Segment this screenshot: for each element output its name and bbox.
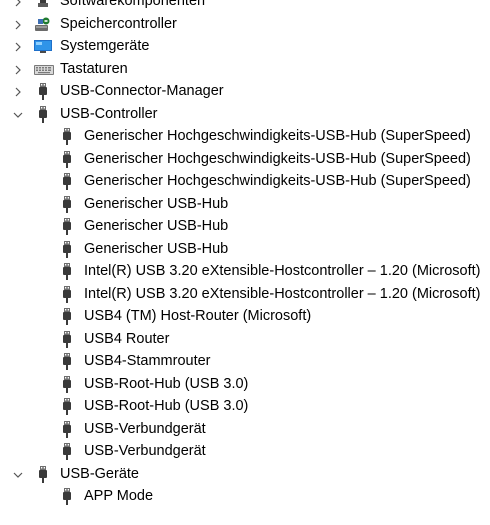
tree-item-label: USB4 Router xyxy=(84,330,170,347)
tree-item-label: USB-Verbundgerät xyxy=(84,443,206,459)
keyboard-icon xyxy=(34,61,54,78)
tree-item-label: Speichercontroller xyxy=(60,15,177,32)
tree-item-label: USB-Controller xyxy=(60,105,158,122)
tree-child-item[interactable]: APP Mode xyxy=(0,485,490,508)
usb-plug-icon xyxy=(58,308,76,325)
usb-controller-children: Generischer Hochgeschwindigkeits-USB-Hub… xyxy=(0,125,490,463)
tree-item-label: USB4-Stammrouter xyxy=(84,353,211,369)
usb-plug-icon xyxy=(58,128,76,145)
usb-plug-icon xyxy=(58,285,76,303)
tree-child-item[interactable]: USB-Root-Hub (USB 3.0) xyxy=(0,373,490,396)
tree-child-item[interactable]: USB-Verbundgerät xyxy=(0,418,490,441)
chevron-right-icon[interactable] xyxy=(12,58,24,81)
tree-item-systemgeraete[interactable]: Systemgeräte xyxy=(0,35,490,58)
usb-plug-icon xyxy=(58,240,76,258)
usb-plug-icon xyxy=(34,83,52,100)
tree-child-item[interactable]: Generischer Hochgeschwindigkeits-USB-Hub… xyxy=(0,170,490,193)
tree-item-label: USB4 (TM) Host-Router (Microsoft) xyxy=(84,308,312,324)
chevron-down-icon[interactable] xyxy=(12,103,24,126)
usb-plug-icon xyxy=(58,443,76,460)
usb-plug-icon xyxy=(58,330,76,348)
tree-child-item[interactable]: Generischer Hochgeschwindigkeits-USB-Hub… xyxy=(0,148,490,171)
usb-plug-icon xyxy=(58,375,76,393)
tree-item-label: USB-Verbundgerät xyxy=(84,420,206,437)
usb-plug-icon xyxy=(58,150,76,168)
usb-plug-icon xyxy=(34,105,52,123)
tree-item-label: Generischer USB-Hub xyxy=(84,240,229,257)
usb-devices-children: APP Mode xyxy=(0,485,490,508)
tree-item-label: Intel(R) USB 3.20 eXtensible-Hostcontrol… xyxy=(84,263,481,279)
tree-child-item[interactable]: USB4 Router xyxy=(0,328,490,351)
tree-item-label: USB-Geräte xyxy=(60,465,139,482)
chevron-right-icon[interactable] xyxy=(12,35,24,58)
tree-item-label: Generischer Hochgeschwindigkeits-USB-Hub… xyxy=(84,173,471,189)
tree-child-item[interactable]: Intel(R) USB 3.20 eXtensible-Hostcontrol… xyxy=(0,260,490,283)
tree-item-speichercontroller[interactable]: Speichercontroller xyxy=(0,13,490,36)
usb-plug-icon xyxy=(58,218,76,235)
usb-plug-icon xyxy=(58,195,76,213)
tree-item-label: Intel(R) USB 3.20 eXtensible-Hostcontrol… xyxy=(84,285,481,302)
tree-child-item[interactable]: USB-Verbundgerät xyxy=(0,440,490,463)
chevron-right-icon[interactable] xyxy=(12,0,24,13)
tree-item-label: Generischer USB-Hub xyxy=(84,195,229,212)
usb-plug-icon xyxy=(58,398,76,415)
tree-item-tastaturen[interactable]: Tastaturen xyxy=(0,58,490,81)
tree-item-label: Generischer Hochgeschwindigkeits-USB-Hub… xyxy=(84,128,471,144)
tree-item-label: Tastaturen xyxy=(60,60,128,77)
usb-plug-icon xyxy=(58,420,76,438)
tree-item-label: USB-Root-Hub (USB 3.0) xyxy=(84,375,249,392)
usb-plug-icon xyxy=(34,465,52,483)
usb-plug-icon xyxy=(58,353,76,370)
tree-child-item[interactable]: Generischer USB-Hub xyxy=(0,215,490,238)
chevron-right-icon[interactable] xyxy=(12,80,24,103)
tree-item-usb-connector-manager[interactable]: USB-Connector-Manager xyxy=(0,80,490,103)
tree-item-usb-controller[interactable]: USB-Controller xyxy=(0,103,490,126)
storage-controller-icon xyxy=(34,16,52,33)
tree-child-item[interactable]: Intel(R) USB 3.20 eXtensible-Hostcontrol… xyxy=(0,283,490,306)
tree-item-label: APP Mode xyxy=(84,488,154,504)
chevron-down-icon[interactable] xyxy=(12,463,24,486)
device-tree: Softwarekomponenten Speichercontroller S… xyxy=(0,0,490,508)
usb-plug-icon xyxy=(58,488,76,505)
usb-plug-icon xyxy=(58,173,76,190)
tree-item-usb-geraete[interactable]: USB-Geräte xyxy=(0,463,490,486)
tree-item-label: USB-Root-Hub (USB 3.0) xyxy=(84,398,249,414)
tree-child-item[interactable]: USB-Root-Hub (USB 3.0) xyxy=(0,395,490,418)
tree-item-label: Generischer Hochgeschwindigkeits-USB-Hub… xyxy=(84,150,471,167)
usb-plug-icon xyxy=(58,263,76,280)
system-devices-icon xyxy=(34,38,52,55)
chevron-right-icon[interactable] xyxy=(12,13,24,36)
tree-item-label: USB-Connector-Manager xyxy=(60,83,224,99)
tree-item-label: Generischer USB-Hub xyxy=(84,218,229,234)
tree-child-item[interactable]: Generischer USB-Hub xyxy=(0,238,490,261)
tree-item-label: Softwarekomponenten xyxy=(60,0,206,9)
tree-child-item[interactable]: Generischer USB-Hub xyxy=(0,193,490,216)
tree-item-label: Systemgeräte xyxy=(60,38,150,54)
software-components-icon xyxy=(34,0,52,10)
tree-item-softwarekomponenten[interactable]: Softwarekomponenten xyxy=(0,0,490,13)
tree-child-item[interactable]: USB4-Stammrouter xyxy=(0,350,490,373)
tree-child-item[interactable]: USB4 (TM) Host-Router (Microsoft) xyxy=(0,305,490,328)
tree-child-item[interactable]: Generischer Hochgeschwindigkeits-USB-Hub… xyxy=(0,125,490,148)
